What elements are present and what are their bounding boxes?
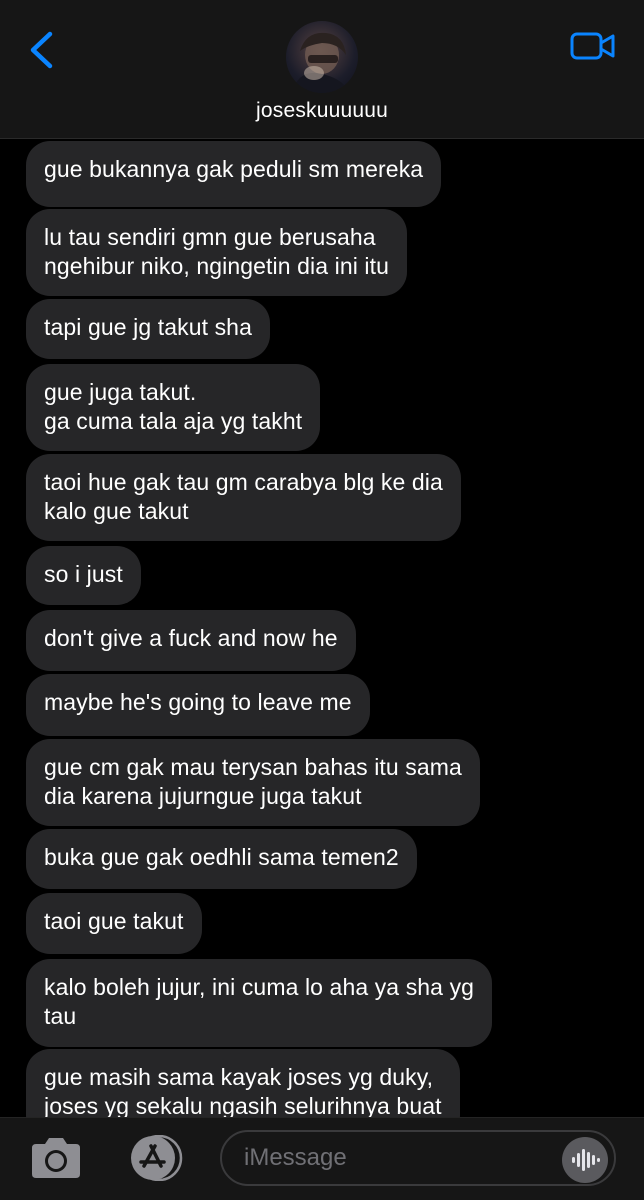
message-list[interactable]: gue bukannya gak peduli sm mereka lu tau… (0, 139, 644, 1117)
message-bubble[interactable]: taoi hue gak tau gm carabya blg ke dia k… (26, 454, 461, 541)
message-bubble[interactable]: taoi gue takut (26, 893, 202, 954)
message-bubble[interactable]: buka gue gak oedhli sama temen2 (26, 829, 417, 889)
message-bubble[interactable]: gue juga takut. ga cuma tala aja yg takh… (26, 364, 321, 451)
contact-name[interactable]: joseskuuuuuu (0, 99, 644, 123)
message-bubble[interactable]: so i just (26, 546, 141, 605)
message-bubble[interactable]: don't give a fuck and now he (26, 610, 356, 671)
contact-avatar[interactable] (286, 21, 358, 93)
message-bubble[interactable]: maybe he's going to leave me (26, 674, 370, 736)
app-store-icon (131, 1134, 183, 1182)
message-bubble[interactable]: lu tau sendiri gmn gue berusaha ngehibur… (26, 209, 408, 296)
audio-waveform-icon (572, 1149, 600, 1171)
message-input[interactable] (220, 1130, 616, 1186)
message-bubble[interactable]: gue masih sama kayak joses yg duky, jose… (26, 1049, 460, 1117)
conversation-header: joseskuuuuuu (0, 0, 644, 139)
messages-screen: joseskuuuuuu gue bukannya gak peduli sm … (0, 0, 644, 1200)
facetime-video-button[interactable] (570, 30, 616, 62)
camera-icon (32, 1138, 80, 1178)
message-bubble[interactable]: gue cm gak mau terysan bahas itu sama di… (26, 739, 480, 826)
camera-button[interactable] (28, 1136, 84, 1180)
avatar-photo (292, 32, 352, 93)
audio-record-button[interactable] (562, 1137, 608, 1183)
message-bubble[interactable]: tapi gue jg takut sha (26, 299, 270, 359)
chevron-left-icon (30, 31, 53, 69)
video-camera-icon (570, 32, 615, 60)
message-bubble[interactable]: kalo boleh jujur, ini cuma lo aha ya sha… (26, 959, 493, 1047)
message-bubble[interactable]: gue bukannya gak peduli sm mereka (26, 141, 442, 207)
back-button[interactable] (26, 28, 58, 72)
app-store-button[interactable] (121, 1134, 185, 1182)
composer-bar (0, 1117, 644, 1200)
